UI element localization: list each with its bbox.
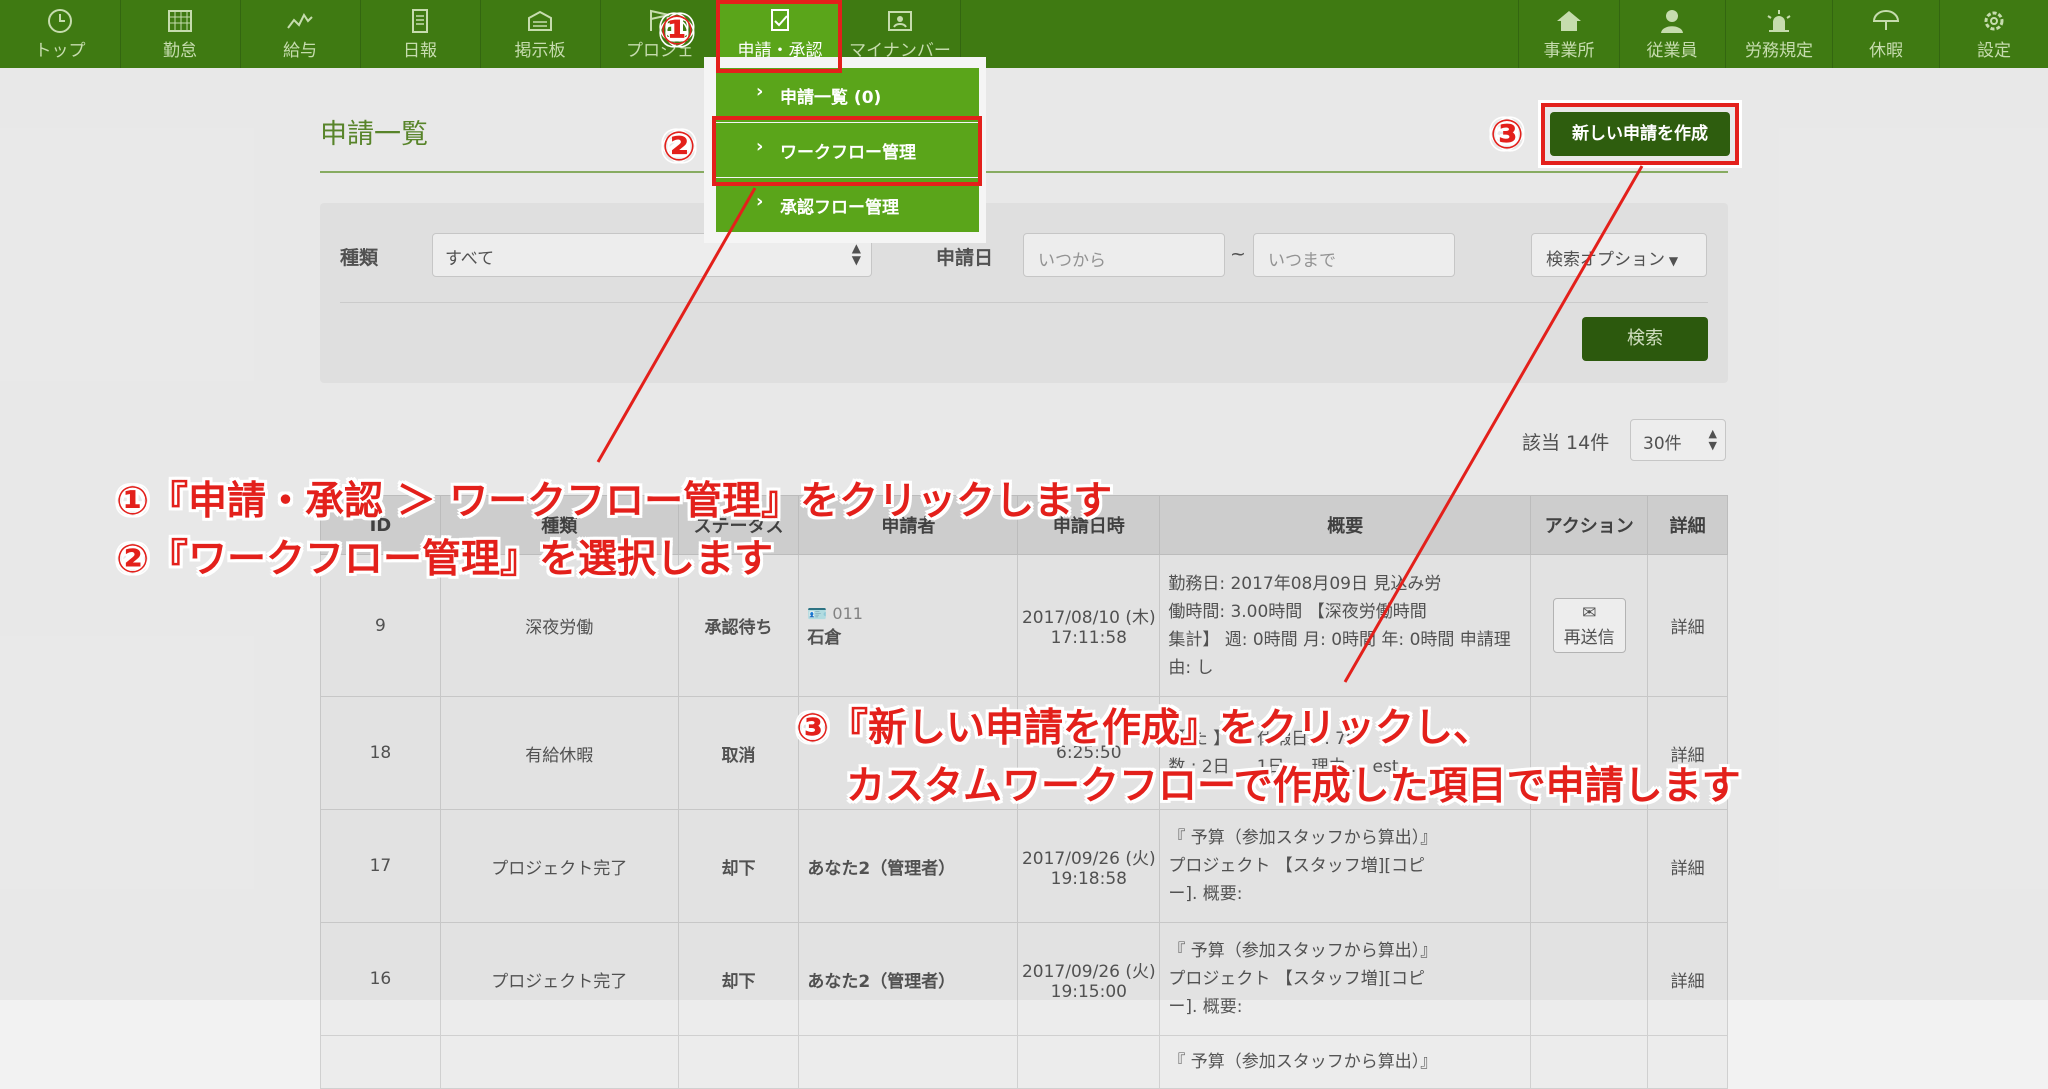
- annotation-step3-line1: ③『新しい申請を作成』をクリックし、: [796, 706, 1493, 751]
- cell-id: [320, 1035, 441, 1089]
- detail-link: [1647, 1035, 1728, 1089]
- cell-date: [1017, 1035, 1161, 1089]
- pointer-line-3: [1343, 165, 1644, 683]
- pointer-line-1: [596, 187, 757, 463]
- annotation-step3-line2: カスタムワークフローで作成した項目で申請します: [846, 764, 1741, 809]
- annotation-step12-line1: ①『申請・承認 ＞ ワークフロー管理』をクリックします: [116, 479, 1113, 524]
- cell-action: [1530, 1035, 1649, 1089]
- cell-applicant: [798, 1035, 1019, 1089]
- table-row[interactable]: 『 予算（参加スタッフから算出）』: [320, 1035, 1728, 1089]
- cell-type: [439, 1035, 679, 1089]
- annotation-step12-line2: ②『ワークフロー管理』を選択します: [116, 537, 774, 582]
- status-badge: [677, 1035, 800, 1089]
- cell-summary: 『 予算（参加スタッフから算出）』: [1159, 1035, 1532, 1089]
- summary-line: 『 予算（参加スタッフから算出）』: [1168, 1052, 1438, 1072]
